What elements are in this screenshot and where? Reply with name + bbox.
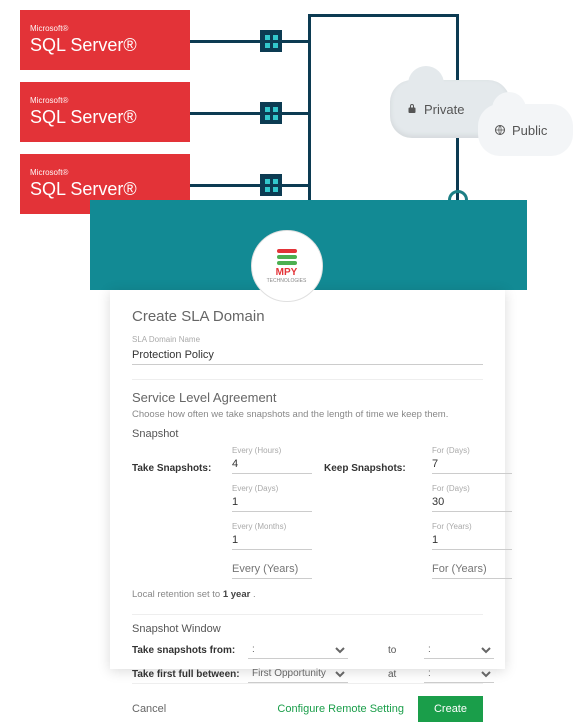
snapshot-grid: Take Snapshots: Every (Hours) Keep Snaps… — [132, 446, 483, 579]
logo-badge: MPY TECHNOLOGIES — [251, 230, 323, 302]
connector-line — [282, 112, 310, 115]
connector-line — [190, 112, 260, 115]
snapshot-subheading: Snapshot — [132, 428, 483, 440]
network-node-icon — [260, 174, 282, 196]
at-label: at — [388, 669, 418, 680]
keep-years2-input[interactable] — [432, 560, 512, 579]
keep-days-input[interactable] — [432, 455, 512, 474]
public-cloud: Public — [478, 104, 573, 156]
keep-snapshots-label: Keep Snapshots: — [324, 463, 420, 474]
connector-line — [190, 40, 260, 43]
snapshot-window-heading: Snapshot Window — [132, 614, 483, 635]
product-label: SQL Server® — [30, 35, 180, 56]
sla-description: Choose how often we take snapshots and t… — [132, 409, 483, 420]
take-days-input[interactable] — [232, 493, 312, 512]
create-button[interactable]: Create — [418, 696, 483, 722]
first-full-row: Take first full between: First Opportuni… — [132, 665, 483, 683]
keep-days2-input[interactable] — [432, 493, 512, 512]
sla-form-panel: Create SLA Domain SLA Domain Name Servic… — [110, 290, 505, 669]
domain-name-label: SLA Domain Name — [132, 335, 483, 344]
snap-from-time-select[interactable]: : — [248, 641, 348, 659]
snapshot-from-row: Take snapshots from: : to : — [132, 641, 483, 659]
form-footer: Cancel Configure Remote Setting Create — [132, 683, 483, 722]
first-full-label: Take first full between: — [132, 669, 242, 680]
unit-label: For (Years) — [432, 522, 512, 531]
connector-line — [282, 184, 310, 187]
product-label: SQL Server® — [30, 179, 180, 200]
snap-to-time-select[interactable]: : — [424, 641, 494, 659]
to-label: to — [388, 645, 418, 656]
vendor-label: Microsoft® — [30, 168, 180, 177]
take-years-input[interactable] — [232, 560, 312, 579]
configure-remote-button[interactable]: Configure Remote Setting — [277, 703, 404, 715]
first-full-time-select[interactable]: : — [424, 665, 494, 683]
product-label: SQL Server® — [30, 107, 180, 128]
sla-heading: Service Level Agreement — [132, 379, 483, 405]
lock-icon — [406, 103, 418, 115]
network-node-icon — [260, 30, 282, 52]
unit-label: For (Days) — [432, 484, 512, 493]
form-title: Create SLA Domain — [132, 308, 483, 325]
logo-icon — [277, 249, 297, 265]
unit-label: Every (Days) — [232, 484, 312, 493]
cloud-label: Private — [424, 102, 464, 117]
unit-label: For (Days) — [432, 446, 512, 455]
network-node-icon — [260, 102, 282, 124]
connector-line — [190, 184, 260, 187]
vendor-label: Microsoft® — [30, 24, 180, 33]
domain-name-input[interactable] — [132, 346, 483, 365]
keep-years-input[interactable] — [432, 531, 512, 550]
sql-server-box: Microsoft® SQL Server® — [20, 10, 190, 70]
take-months-input[interactable] — [232, 531, 312, 550]
sql-server-box: Microsoft® SQL Server® — [20, 82, 190, 142]
first-full-select[interactable]: First Opportunity — [248, 665, 348, 683]
vendor-label: Microsoft® — [30, 96, 180, 105]
unit-label: Every (Months) — [232, 522, 312, 531]
cancel-button[interactable]: Cancel — [132, 703, 166, 715]
retention-note: Local retention set to 1 year . — [132, 589, 483, 600]
logo-subtext: TECHNOLOGIES — [267, 278, 307, 284]
cloud-label: Public — [512, 123, 547, 138]
take-hours-input[interactable] — [232, 455, 312, 474]
snap-from-label: Take snapshots from: — [132, 645, 242, 656]
connector-line — [282, 40, 310, 43]
logo-text: MPY — [276, 267, 298, 278]
take-snapshots-label: Take Snapshots: — [132, 463, 220, 474]
unit-label: Every (Hours) — [232, 446, 312, 455]
globe-icon — [494, 124, 506, 136]
connector-line — [308, 14, 456, 17]
